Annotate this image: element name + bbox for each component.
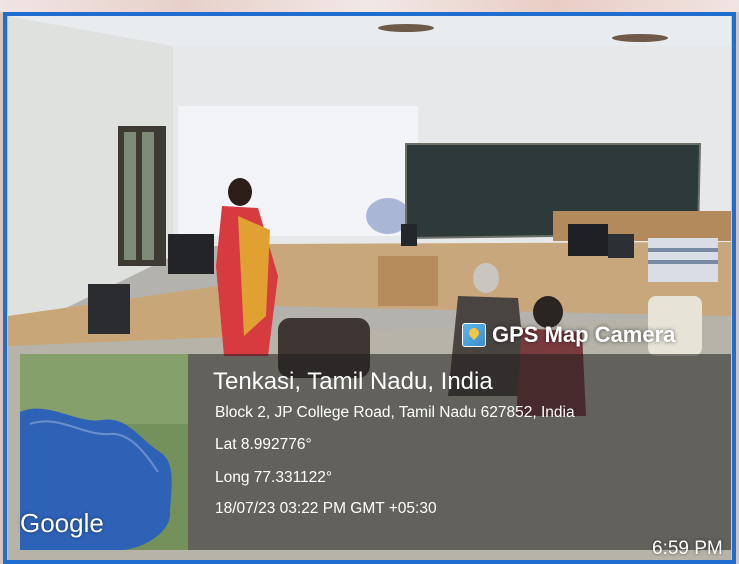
gps-map-camera-label: GPS Map Camera [492,322,676,347]
location-address: Block 2, JP College Road, Tamil Nadu 627… [215,404,575,421]
system-clock: 6:59 PM [652,538,723,559]
screenshot-frame: Google GPS Map Camera Tenkasi, Tamil Nad… [0,0,739,564]
google-attribution: Google [20,508,104,538]
gps-map-camera-icon [462,323,486,347]
top-strip [0,0,739,12]
location-datetime: 18/07/23 03:22 PM GMT +05:30 [215,500,437,517]
location-title: Tenkasi, Tamil Nadu, India [213,368,493,395]
gps-map-camera-badge: GPS Map Camera [462,320,675,350]
location-longitude: Long 77.331122° [215,469,333,486]
location-latitude: Lat 8.992776° [215,436,312,453]
